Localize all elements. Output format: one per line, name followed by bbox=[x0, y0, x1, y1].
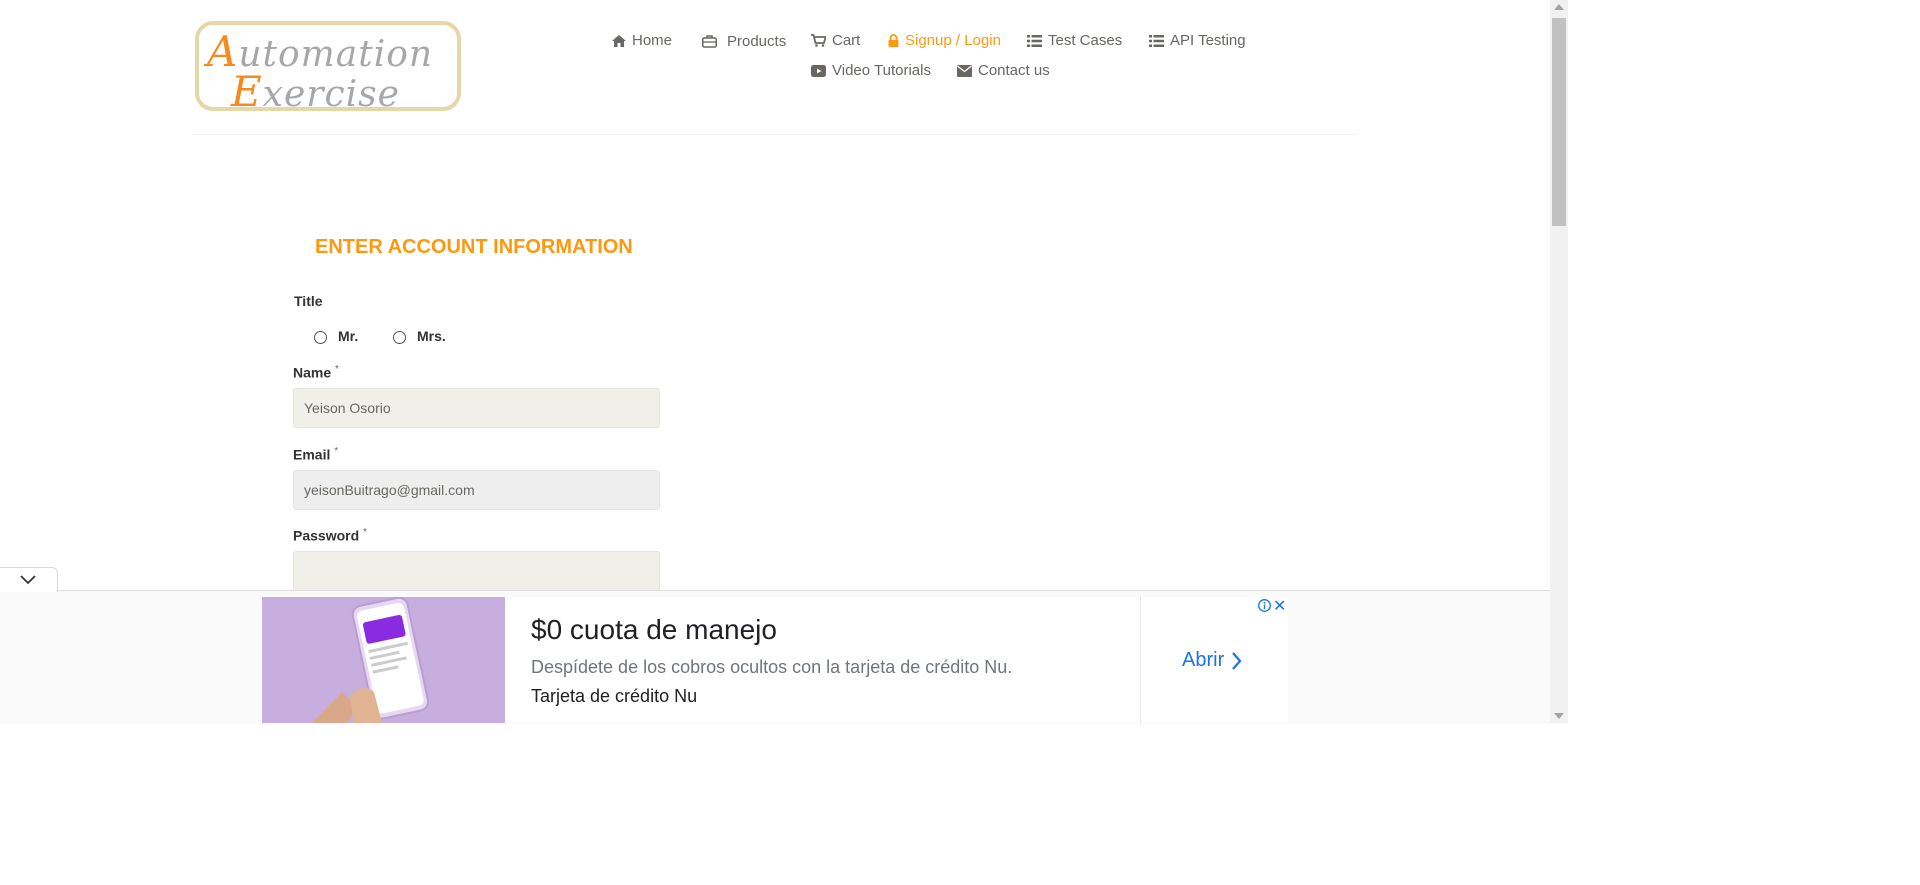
nav-contact-us-label: Contact us bbox=[978, 62, 1050, 79]
ad-brand: Tarjeta de crédito Nu bbox=[531, 686, 698, 706]
envelope-icon bbox=[957, 64, 972, 77]
nav-home-label: Home bbox=[632, 32, 673, 49]
cart-icon bbox=[811, 34, 826, 47]
logo-line-2: Exercise bbox=[231, 67, 400, 111]
ad-close-button[interactable]: ✕ bbox=[1273, 596, 1286, 616]
nav-products[interactable]: Products bbox=[702, 33, 786, 50]
ad-divider bbox=[1140, 597, 1141, 723]
radio-mrs-label: Mrs. bbox=[417, 328, 446, 344]
nav-api-testing-label: API Testing bbox=[1170, 32, 1246, 49]
nav-contact-us[interactable]: Contact us bbox=[957, 62, 1050, 79]
ad-image[interactable] bbox=[262, 597, 505, 723]
ad-info-icon[interactable] bbox=[1258, 599, 1271, 612]
nav-api-testing[interactable]: API Testing bbox=[1149, 32, 1246, 49]
required-mark: * bbox=[363, 527, 367, 538]
radio-mr-label: Mr. bbox=[338, 328, 359, 344]
scroll-up-arrow-icon[interactable] bbox=[1554, 4, 1564, 10]
nav-signup-login-label: Signup / Login bbox=[905, 32, 1001, 49]
email-input[interactable] bbox=[293, 470, 660, 510]
nav-products-label: Products bbox=[727, 33, 787, 50]
title-label: Title bbox=[294, 293, 323, 309]
nav-video-tutorials[interactable]: Video Tutorials bbox=[811, 62, 931, 79]
nav-test-cases-label: Test Cases bbox=[1048, 32, 1123, 49]
site-logo[interactable]: Automation Exercise bbox=[195, 21, 461, 111]
radio-mrs[interactable] bbox=[393, 331, 406, 344]
chevron-right-icon bbox=[1232, 651, 1242, 670]
list-icon bbox=[1027, 34, 1042, 47]
youtube-icon bbox=[811, 64, 826, 77]
briefcase-icon bbox=[702, 35, 717, 48]
home-icon bbox=[612, 34, 626, 47]
name-input[interactable] bbox=[293, 388, 660, 428]
chevron-down-icon bbox=[20, 575, 36, 585]
ad-open-button[interactable]: Abrir bbox=[1182, 649, 1242, 672]
vertical-scrollbar[interactable] bbox=[1550, 0, 1568, 723]
ad-description: Despídete de los cobros ocultos con la t… bbox=[531, 657, 1013, 677]
required-mark: * bbox=[335, 364, 339, 375]
name-label: Name * bbox=[293, 364, 339, 381]
scrollbar-thumb[interactable] bbox=[1552, 18, 1566, 226]
email-label: Email * bbox=[293, 446, 339, 463]
header-divider bbox=[193, 134, 1357, 135]
scroll-down-arrow-icon[interactable] bbox=[1554, 713, 1564, 719]
radio-mr[interactable] bbox=[314, 331, 327, 344]
phone-in-hand-image bbox=[262, 597, 505, 723]
lock-icon bbox=[888, 34, 899, 47]
required-mark: * bbox=[334, 446, 339, 457]
section-title: ENTER ACCOUNT INFORMATION bbox=[315, 236, 633, 258]
nav-video-tutorials-label: Video Tutorials bbox=[832, 62, 931, 79]
ad-open-label: Abrir bbox=[1182, 649, 1225, 671]
nav-cart-label: Cart bbox=[832, 32, 861, 49]
list-icon bbox=[1149, 34, 1164, 47]
password-label: Password * bbox=[293, 527, 367, 544]
nav-cart[interactable]: Cart bbox=[811, 32, 860, 49]
nav-home[interactable]: Home bbox=[612, 32, 672, 49]
password-input[interactable] bbox=[293, 551, 660, 591]
ad-title[interactable]: $0 cuota de manejo bbox=[531, 614, 777, 646]
nav-signup-login[interactable]: Signup / Login bbox=[888, 32, 1001, 49]
ad-collapse-tab[interactable] bbox=[0, 567, 58, 592]
nav-test-cases[interactable]: Test Cases bbox=[1027, 32, 1122, 49]
